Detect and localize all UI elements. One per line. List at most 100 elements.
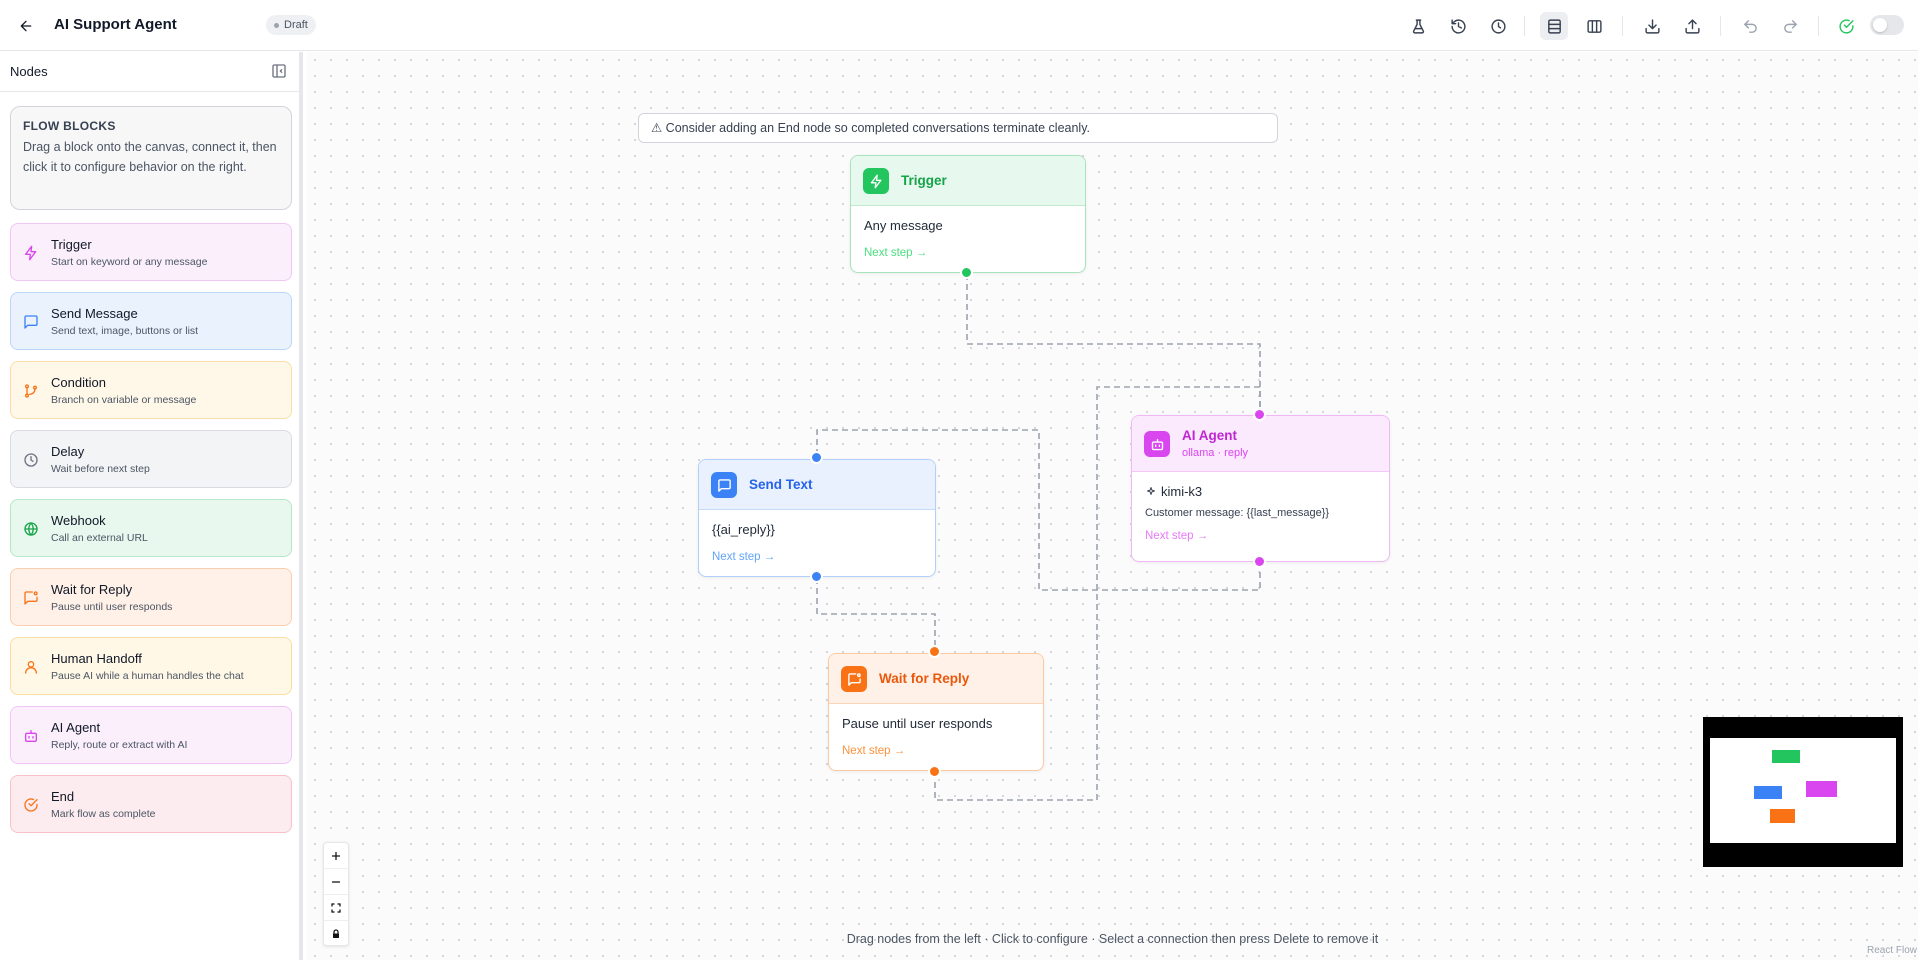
undo-icon <box>1743 19 1757 33</box>
node-title: AI Agent <box>1182 428 1237 443</box>
block-name: Condition <box>51 375 106 390</box>
message-wait-icon <box>23 590 39 606</box>
columns-layout-icon <box>1586 19 1602 33</box>
block-name: Send Message <box>51 306 138 321</box>
connections-layer <box>816 274 1261 801</box>
node-header: Trigger <box>851 156 1085 206</box>
node-trigger[interactable]: Trigger Any message Next step → <box>850 155 1086 273</box>
block-description: Call an external URL <box>51 532 148 544</box>
wait-reply-source-handle[interactable] <box>928 765 941 778</box>
block-description: Pause AI while a human handles the chat <box>51 670 244 682</box>
minus-icon <box>332 880 340 883</box>
send-text-source-handle[interactable] <box>810 570 823 583</box>
version-history-button[interactable] <box>1444 12 1472 40</box>
react-flow-attribution[interactable]: React Flow <box>1867 945 1917 956</box>
bot-icon <box>1144 431 1170 457</box>
schedule-button[interactable] <box>1484 12 1512 40</box>
toolbar-divider <box>1622 16 1623 36</box>
check-circle-icon <box>23 797 39 813</box>
block-human-handoff[interactable]: Human Handoff Pause AI while a human han… <box>10 637 292 695</box>
block-name: Human Handoff <box>51 651 142 666</box>
block-description: Send text, image, buttons or list <box>51 325 199 337</box>
node-content: {{ai_reply}} <box>712 522 775 537</box>
clock-icon <box>23 452 39 468</box>
back-button[interactable] <box>14 14 38 38</box>
sparkles-icon <box>1147 486 1155 495</box>
ai-agent-source-handle[interactable] <box>1253 555 1266 568</box>
trigger-source-handle[interactable] <box>960 266 973 279</box>
block-wait-for-reply[interactable]: Wait for Reply Pause until user responds <box>10 568 292 626</box>
zoom-in-button[interactable] <box>324 843 348 869</box>
git-branch-icon <box>23 383 39 399</box>
block-description: Branch on variable or message <box>51 394 197 406</box>
block-name: Wait for Reply <box>51 582 133 597</box>
redo-button[interactable] <box>1776 12 1804 40</box>
export-button[interactable] <box>1638 12 1666 40</box>
minimap[interactable] <box>1703 717 1903 867</box>
wait-reply-target-handle[interactable] <box>928 645 941 658</box>
block-condition[interactable]: Condition Branch on variable or message <box>10 361 292 419</box>
zoom-out-button[interactable] <box>324 869 348 895</box>
redo-icon <box>1783 19 1797 33</box>
top-bar: AI Support Agent Draft <box>0 0 1918 51</box>
node-ai-agent[interactable]: AI Agent ollama · reply kimi-k3 Customer… <box>1131 415 1390 562</box>
undo-button[interactable] <box>1736 12 1764 40</box>
block-delay[interactable]: Delay Wait before next step <box>10 430 292 488</box>
fit-view-icon <box>331 902 341 913</box>
edge-trigger-to-ai-agent <box>966 274 1261 415</box>
block-trigger[interactable]: Trigger Start on keyword or any message <box>10 223 292 281</box>
block-end[interactable]: End Mark flow as complete <box>10 775 292 833</box>
plus-icon <box>332 851 340 860</box>
status-badge: Draft <box>266 15 316 35</box>
info-title: FLOW BLOCKS <box>23 119 116 133</box>
flask-icon <box>1412 18 1424 34</box>
model-row: kimi-k3 <box>1145 484 1376 499</box>
collapse-sidebar-button[interactable] <box>271 63 287 79</box>
sidebar-header: Nodes <box>0 52 299 92</box>
node-title: Send Text <box>749 477 813 492</box>
upload-icon <box>1684 18 1700 34</box>
test-flow-button[interactable] <box>1404 12 1432 40</box>
rows-layout-icon <box>1547 18 1561 34</box>
toolbar-divider <box>1818 16 1819 36</box>
node-next-step: Next step → <box>864 247 928 259</box>
node-next-step: Next step → <box>842 745 906 757</box>
block-webhook[interactable]: Webhook Call an external URL <box>10 499 292 557</box>
block-description: Reply, route or extract with AI <box>51 739 188 751</box>
columns-layout-button[interactable] <box>1580 12 1608 40</box>
flow-canvas[interactable]: ⚠ Consider adding an End node so complet… <box>307 52 1918 960</box>
node-send-text[interactable]: Send Text {{ai_reply}} Next step → <box>698 459 936 577</box>
node-header: Send Text <box>699 460 935 510</box>
node-next-step: Next step → <box>1145 530 1209 542</box>
message-square-icon <box>23 314 39 330</box>
history-icon <box>1450 18 1466 34</box>
message-square-icon <box>711 472 737 498</box>
rows-layout-button[interactable] <box>1540 12 1568 40</box>
node-next-step: Next step → <box>712 551 776 563</box>
zap-icon <box>23 245 39 261</box>
minimap-node-trigger <box>1772 750 1800 763</box>
block-name: AI Agent <box>51 720 101 735</box>
download-icon <box>1644 18 1660 34</box>
node-wait-for-reply[interactable]: Wait for Reply Pause until user responds… <box>828 653 1044 771</box>
validate-button[interactable] <box>1832 12 1860 40</box>
nodes-sidebar: Nodes FLOW BLOCKS Drag a block onto the … <box>0 52 303 960</box>
block-ai-agent[interactable]: AI Agent Reply, route or extract with AI <box>10 706 292 764</box>
sidebar-title: Nodes <box>10 64 48 79</box>
node-subtitle: ollama · reply <box>1182 447 1249 459</box>
publish-toggle[interactable] <box>1870 15 1904 35</box>
toolbar-divider <box>1524 16 1525 36</box>
block-send-message[interactable]: Send Message Send text, image, buttons o… <box>10 292 292 350</box>
send-text-target-handle[interactable] <box>810 451 823 464</box>
minimap-viewport <box>1710 738 1896 843</box>
node-content: Pause until user responds <box>842 716 993 731</box>
block-name: Delay <box>51 444 85 459</box>
ai-agent-target-handle[interactable] <box>1253 408 1266 421</box>
block-name: End <box>51 789 75 804</box>
node-header: Wait for Reply <box>829 654 1043 704</box>
fit-view-button[interactable] <box>324 895 348 921</box>
import-button[interactable] <box>1678 12 1706 40</box>
clock-icon <box>1490 18 1506 34</box>
node-header: AI Agent ollama · reply <box>1132 416 1389 472</box>
block-description: Mark flow as complete <box>51 808 156 820</box>
